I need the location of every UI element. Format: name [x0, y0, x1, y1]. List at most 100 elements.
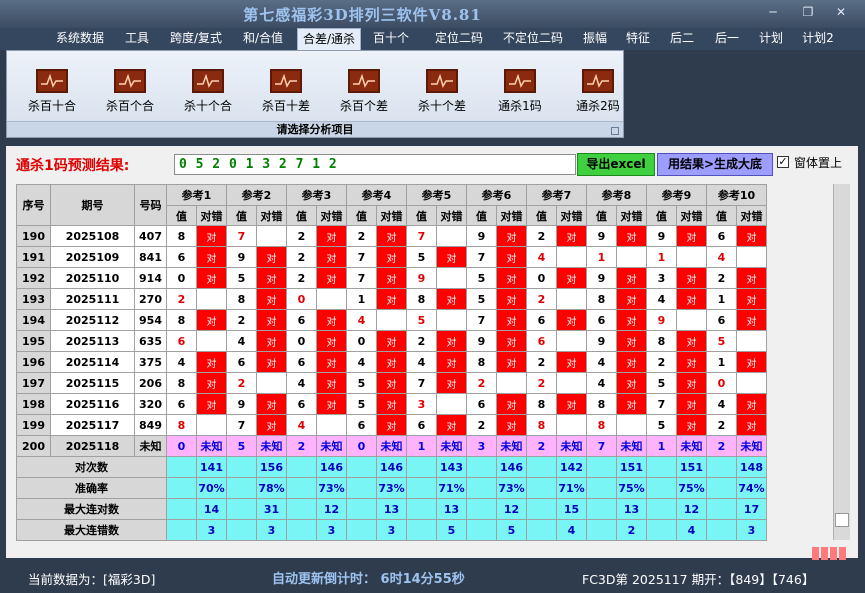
ref-header[interactable]: 参考7 — [526, 184, 587, 206]
issue-cell: 2025118 — [50, 435, 135, 457]
ref-header[interactable]: 参考1 — [166, 184, 227, 206]
value-cell: 4 — [166, 351, 197, 373]
result-cell: 对 — [376, 351, 407, 373]
issue-cell: 2025114 — [50, 351, 135, 373]
ribbon-button-label: 杀百十差 — [261, 99, 310, 113]
ribbon-button[interactable]: 杀百十合 — [15, 69, 89, 121]
stats-filler — [286, 456, 317, 478]
stats-filler — [646, 456, 677, 478]
ref-header[interactable]: 参考2 — [226, 184, 287, 206]
menu-item[interactable]: 不定位二码 — [496, 28, 570, 50]
stats-value: 3 — [316, 519, 347, 541]
stats-filler — [646, 477, 677, 499]
ref-header[interactable]: 参考6 — [466, 184, 527, 206]
value-header: 值 — [646, 205, 677, 226]
ribbon-button[interactable]: 杀百十差 — [249, 69, 323, 121]
result-cell: 未知 — [196, 435, 227, 457]
menu-item[interactable]: 计划 — [754, 28, 788, 50]
result-cell: 对 — [616, 372, 647, 394]
stats-value: 141 — [196, 456, 227, 478]
value-cell: 4 — [346, 309, 377, 331]
value-cell: 7 — [226, 414, 257, 436]
value-cell: 6 — [466, 393, 497, 415]
result-cell: 对 — [676, 414, 707, 436]
result-cell: 对 — [256, 393, 287, 415]
ribbon-button[interactable]: 杀十个合 — [171, 69, 245, 121]
ref-header[interactable]: 参考4 — [346, 184, 407, 206]
stats-value: 14 — [196, 498, 227, 520]
column-header[interactable]: 期号 — [50, 184, 135, 226]
menu-item[interactable]: 定位二码 — [428, 28, 490, 50]
ref-header[interactable]: 参考10 — [706, 184, 767, 206]
result-cell: 对 — [316, 309, 347, 331]
scrollbar-thumb[interactable] — [835, 513, 849, 527]
ribbon-button[interactable]: 通杀1码 — [483, 69, 557, 121]
ref-header[interactable]: 参考3 — [286, 184, 347, 206]
ref-header[interactable]: 参考9 — [646, 184, 707, 206]
menu-item[interactable]: 后一 — [708, 28, 746, 50]
value-cell: 4 — [286, 414, 317, 436]
ref-header[interactable]: 参考8 — [586, 184, 647, 206]
column-header[interactable]: 序号 — [16, 184, 51, 226]
ribbon-button[interactable]: 杀十个差 — [405, 69, 479, 121]
stats-filler — [226, 498, 257, 520]
result-cell: 对 — [736, 267, 767, 289]
menu-item[interactable]: 特征 — [620, 28, 656, 50]
result-cell: 对 — [496, 351, 527, 373]
stats-filler — [466, 519, 497, 541]
result-header: 对错 — [196, 205, 227, 226]
chart-icon — [582, 69, 614, 93]
result-cell: 对 — [196, 267, 227, 289]
value-cell: 7 — [466, 246, 497, 268]
always-on-top-checkbox[interactable]: ✓ — [777, 156, 789, 168]
code-cell: 270 — [134, 288, 167, 310]
menu-item[interactable]: 跨度/复式 — [164, 28, 228, 50]
result-cell: 对 — [376, 330, 407, 352]
ribbon-button[interactable]: 杀百个合 — [93, 69, 167, 121]
column-header[interactable]: 号码 — [134, 184, 167, 226]
ref-header[interactable]: 参考5 — [406, 184, 467, 206]
value-cell: 2 — [526, 225, 557, 247]
result-cell: 对 — [316, 225, 347, 247]
stats-filler — [406, 456, 437, 478]
result-cell — [556, 288, 587, 310]
value-cell: 8 — [166, 225, 197, 247]
vertical-scrollbar[interactable] — [833, 184, 850, 540]
result-cell: 对 — [196, 372, 227, 394]
ribbon-expand-icon[interactable] — [611, 127, 619, 135]
result-cell — [436, 225, 467, 247]
menu-item[interactable]: 后二 — [664, 28, 700, 50]
stats-filler — [406, 519, 437, 541]
export-excel-button[interactable]: 导出excel — [577, 153, 655, 176]
menu-item[interactable]: 系统数据 — [50, 28, 110, 50]
menu-item[interactable]: 合差/通杀 — [297, 28, 361, 50]
result-cell: 对 — [496, 393, 527, 415]
stats-value: 70% — [196, 477, 227, 499]
result-cell: 对 — [556, 225, 587, 247]
value-cell: 5 — [466, 267, 497, 289]
issue-cell: 2025111 — [50, 288, 135, 310]
generate-base-button[interactable]: 用结果>生成大底 — [657, 153, 773, 176]
code-cell: 206 — [134, 372, 167, 394]
menu-item[interactable]: 和/合值 — [236, 28, 290, 50]
menu-item[interactable]: 计划2 — [796, 28, 840, 50]
result-cell — [256, 372, 287, 394]
progress-indicator — [812, 546, 848, 561]
title-bar: 第七感福彩3D排列三软件V8.81 ─ ❐ ✕ — [0, 0, 865, 28]
code-cell: 849 — [134, 414, 167, 436]
menu-item[interactable]: 百十个 — [372, 28, 410, 50]
ribbon-button[interactable]: 杀百个差 — [327, 69, 401, 121]
menu-item[interactable]: 工具 — [118, 28, 156, 50]
stats-value: 4 — [676, 519, 707, 541]
minimize-icon[interactable]: ─ — [761, 4, 785, 20]
prediction-field[interactable]: 0 5 2 0 1 3 2 7 1 2 — [174, 154, 576, 175]
result-cell: 对 — [436, 330, 467, 352]
stats-filler — [166, 477, 197, 499]
code-cell: 635 — [134, 330, 167, 352]
ribbon-button[interactable]: 通杀2码 — [561, 69, 635, 121]
result-cell: 对 — [256, 309, 287, 331]
menu-item[interactable]: 振幅 — [577, 28, 613, 50]
value-cell: 4 — [586, 351, 617, 373]
close-icon[interactable]: ✕ — [829, 4, 853, 20]
maximize-icon[interactable]: ❐ — [796, 4, 820, 20]
